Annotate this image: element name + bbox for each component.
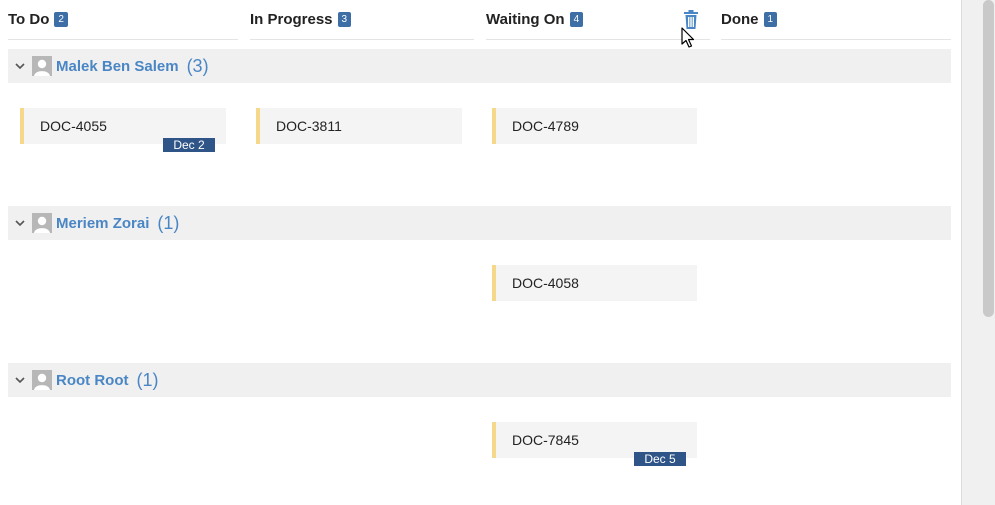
column-title: In Progress xyxy=(250,11,333,28)
column-title: Done xyxy=(721,11,759,28)
task-card[interactable]: DOC-4789 xyxy=(492,108,697,144)
card-id: DOC-7845 xyxy=(512,432,579,448)
avatar xyxy=(32,370,52,390)
avatar xyxy=(32,56,52,76)
column-title: To Do xyxy=(8,11,50,28)
column-header-waiting-on: Waiting On 4 xyxy=(486,0,710,40)
card-id: DOC-4055 xyxy=(40,118,107,134)
column-count-badge: 1 xyxy=(763,12,778,27)
swimlane-name[interactable]: Malek Ben Salem xyxy=(56,58,179,75)
task-card[interactable]: DOC-3811 xyxy=(256,108,462,144)
swimlane-count: (1) xyxy=(136,369,159,390)
chevron-down-icon[interactable] xyxy=(8,363,32,397)
swimlane-header[interactable]: Root Root (1) xyxy=(8,363,951,397)
due-date-badge: Dec 2 xyxy=(163,138,215,152)
swimlane-name[interactable]: Meriem Zorai xyxy=(56,215,149,232)
swimlane-name[interactable]: Root Root xyxy=(56,372,128,389)
column-count-badge: 2 xyxy=(54,12,68,27)
scrollbar-thumb[interactable] xyxy=(983,0,994,317)
avatar xyxy=(32,213,52,233)
card-id: DOC-3811 xyxy=(276,118,342,134)
mouse-pointer-icon xyxy=(681,27,695,49)
column-count-badge: 3 xyxy=(337,12,352,27)
column-count-badge: 4 xyxy=(569,12,584,27)
column-title: Waiting On xyxy=(486,11,565,28)
swimlane-header[interactable]: Meriem Zorai (1) xyxy=(8,206,951,240)
swimlane-header[interactable]: Malek Ben Salem (3) xyxy=(8,49,951,83)
column-header-done: Done 1 xyxy=(721,0,951,40)
due-date-badge: Dec 5 xyxy=(634,452,686,466)
swimlane-count: (1) xyxy=(157,212,180,233)
kanban-board: To Do 2 In Progress 3 Waiting On 4 Done … xyxy=(0,0,960,505)
task-card[interactable]: DOC-4058 xyxy=(492,265,697,301)
swimlane-count: (3) xyxy=(186,55,209,76)
column-header-in-progress: In Progress 3 xyxy=(250,0,474,40)
chevron-down-icon[interactable] xyxy=(8,206,32,240)
vertical-scrollbar[interactable] xyxy=(961,0,995,505)
card-id: DOC-4058 xyxy=(512,275,579,291)
column-header-todo: To Do 2 xyxy=(8,0,238,40)
chevron-down-icon[interactable] xyxy=(8,49,32,83)
card-id: DOC-4789 xyxy=(512,118,579,134)
